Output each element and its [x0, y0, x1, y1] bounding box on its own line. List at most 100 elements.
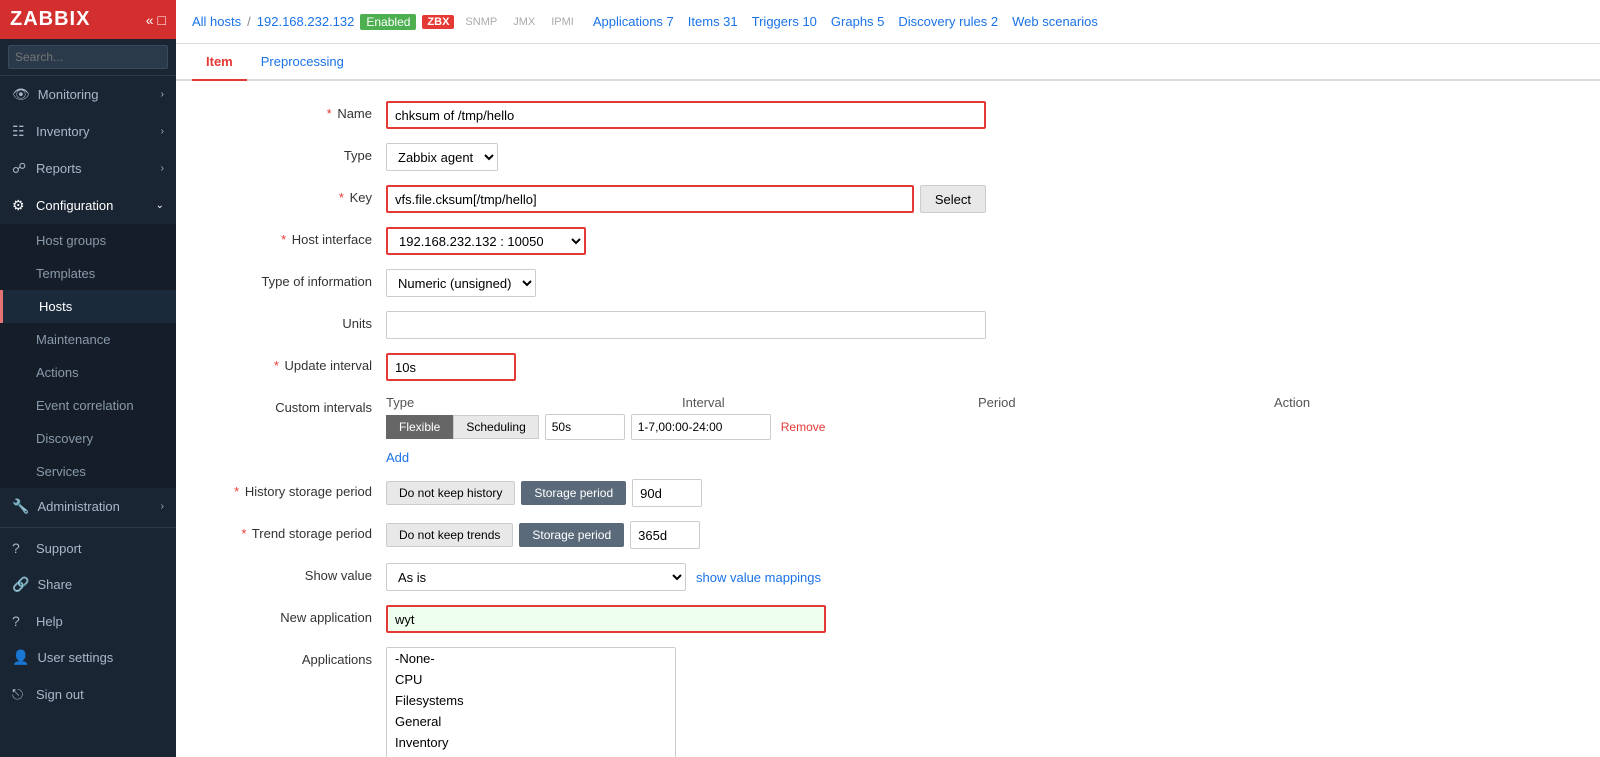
type-of-info-control: Numeric (unsigned) — [386, 269, 986, 297]
select-button[interactable]: Select — [920, 185, 986, 213]
sidebar-item-inventory[interactable]: ☷ Inventory › — [0, 113, 176, 150]
help-icon: ? — [12, 613, 28, 629]
nav-link-discovery-rules[interactable]: Discovery rules 2 — [898, 14, 998, 29]
trend-no-keep-btn[interactable]: Do not keep trends — [386, 523, 513, 547]
ci-type-buttons: Flexible Scheduling — [386, 415, 539, 439]
user-settings-label: User settings — [37, 650, 113, 665]
breadcrumb-ip[interactable]: 192.168.232.132 — [257, 14, 355, 29]
sidebar-item-event-correlation[interactable]: Event correlation — [0, 389, 176, 422]
new-application-control — [386, 605, 986, 633]
ci-remove-link[interactable]: Remove — [781, 420, 826, 434]
search-input[interactable] — [8, 45, 168, 69]
inventory-arrow: › — [161, 126, 164, 137]
tab-preprocessing[interactable]: Preprocessing — [247, 44, 358, 81]
nav-link-triggers[interactable]: Triggers 10 — [752, 14, 817, 29]
share-icon: 🔗 — [12, 576, 29, 593]
tag-zbx: ZBX — [422, 15, 454, 29]
show-value-row: Show value As is show value mappings — [206, 563, 1570, 591]
ci-interval-input[interactable] — [545, 414, 625, 440]
ci-flexible-btn[interactable]: Flexible — [386, 415, 453, 439]
app-option-general[interactable]: General — [387, 711, 675, 732]
sidebar-item-hosts[interactable]: Hosts — [0, 290, 176, 323]
history-storage-label: * History storage period — [206, 479, 386, 499]
sidebar-item-actions[interactable]: Actions — [0, 356, 176, 389]
sidebar-item-discovery[interactable]: Discovery — [0, 422, 176, 455]
nav-link-graphs[interactable]: Graphs 5 — [831, 14, 884, 29]
host-interface-select[interactable]: 192.168.232.132 : 10050 — [386, 227, 586, 255]
expand-icon[interactable]: □ — [158, 12, 166, 28]
sign-out-label: Sign out — [36, 687, 84, 702]
name-label: * Name — [206, 101, 386, 121]
update-interval-input[interactable] — [386, 353, 516, 381]
app-option-inventory[interactable]: Inventory — [387, 732, 675, 753]
inventory-icon: ☷ — [12, 123, 28, 140]
type-of-info-select[interactable]: Numeric (unsigned) — [386, 269, 536, 297]
sidebar-item-administration[interactable]: 🔧 Administration › — [0, 488, 176, 525]
trend-value-input[interactable] — [630, 521, 700, 549]
key-row: * Key Select — [206, 185, 1570, 213]
tab-item[interactable]: Item — [192, 44, 247, 81]
sidebar-logo: ZABBIX « □ — [0, 0, 176, 39]
nav-link-items[interactable]: Items 31 — [688, 14, 738, 29]
sidebar-item-support[interactable]: ? Support — [0, 530, 176, 566]
history-storage-period-btn[interactable]: Storage period — [521, 481, 626, 505]
reports-arrow: › — [161, 163, 164, 174]
ci-period-header: Period — [978, 395, 1274, 410]
sidebar-inventory-label: Inventory — [36, 124, 89, 139]
history-no-keep-btn[interactable]: Do not keep history — [386, 481, 515, 505]
tag-snmp: SNMP — [460, 15, 502, 29]
sidebar-item-share[interactable]: 🔗 Share — [0, 566, 176, 603]
applications-listbox[interactable]: -None- CPU Filesystems General Inventory… — [386, 647, 676, 757]
sidebar-item-configuration[interactable]: ⚙ Configuration ⌄ — [0, 187, 176, 224]
history-value-input[interactable] — [632, 479, 702, 507]
breadcrumb-all-hosts[interactable]: All hosts — [192, 14, 241, 29]
sidebar-item-reports[interactable]: ☍ Reports › — [0, 150, 176, 187]
custom-intervals-content: Type Interval Period Action Flexible Sch… — [386, 395, 1570, 465]
type-select[interactable]: Zabbix agent — [386, 143, 498, 171]
show-value-select[interactable]: As is — [386, 563, 686, 591]
ci-period-input[interactable] — [631, 414, 771, 440]
app-option-network-interfaces[interactable]: Network interfaces — [387, 753, 675, 757]
name-input[interactable] — [386, 101, 986, 129]
units-row: Units — [206, 311, 1570, 339]
nav-link-applications[interactable]: Applications 7 — [593, 14, 674, 29]
help-label: Help — [36, 614, 63, 629]
sidebar-reports-label: Reports — [36, 161, 82, 176]
type-of-info-row: Type of information Numeric (unsigned) — [206, 269, 1570, 297]
ci-add-link[interactable]: Add — [386, 450, 409, 465]
sidebar-item-services[interactable]: Services — [0, 455, 176, 488]
trend-storage-period-btn[interactable]: Storage period — [519, 523, 624, 547]
history-storage-row: * History storage period Do not keep his… — [206, 479, 1570, 507]
sidebar-administration-label: Administration — [37, 499, 119, 514]
ci-scheduling-btn[interactable]: Scheduling — [453, 415, 538, 439]
type-label: Type — [206, 143, 386, 163]
sidebar-divider — [0, 527, 176, 528]
nav-link-web-scenarios[interactable]: Web scenarios — [1012, 14, 1098, 29]
share-label: Share — [37, 577, 72, 592]
show-value-control: As is show value mappings — [386, 563, 986, 591]
units-input[interactable] — [386, 311, 986, 339]
applications-row: Applications -None- CPU Filesystems Gene… — [206, 647, 1570, 757]
show-value-mappings-link[interactable]: show value mappings — [696, 570, 821, 585]
sidebar-item-help[interactable]: ? Help — [0, 603, 176, 639]
key-input[interactable] — [386, 185, 914, 213]
sidebar-item-templates[interactable]: Templates — [0, 257, 176, 290]
app-option-cpu[interactable]: CPU — [387, 669, 675, 690]
new-application-input[interactable] — [386, 605, 826, 633]
type-of-info-label: Type of information — [206, 269, 386, 289]
name-control — [386, 101, 986, 129]
trend-storage-label: * Trend storage period — [206, 521, 386, 541]
applications-control: -None- CPU Filesystems General Inventory… — [386, 647, 986, 757]
configuration-arrow: ⌄ — [156, 200, 164, 211]
sidebar-item-user-settings[interactable]: 👤 User settings — [0, 639, 176, 676]
update-interval-control — [386, 353, 986, 381]
monitoring-icon: 👁 — [12, 86, 30, 103]
sidebar-item-host-groups[interactable]: Host groups — [0, 224, 176, 257]
sidebar-item-maintenance[interactable]: Maintenance — [0, 323, 176, 356]
collapse-icons[interactable]: « □ — [146, 12, 166, 28]
app-option-filesystems[interactable]: Filesystems — [387, 690, 675, 711]
collapse-icon[interactable]: « — [146, 12, 154, 28]
sidebar-item-sign-out[interactable]: ⎋ Sign out — [0, 676, 176, 713]
sidebar-item-monitoring[interactable]: 👁 Monitoring › — [0, 76, 176, 113]
app-option-none[interactable]: -None- — [387, 648, 675, 669]
